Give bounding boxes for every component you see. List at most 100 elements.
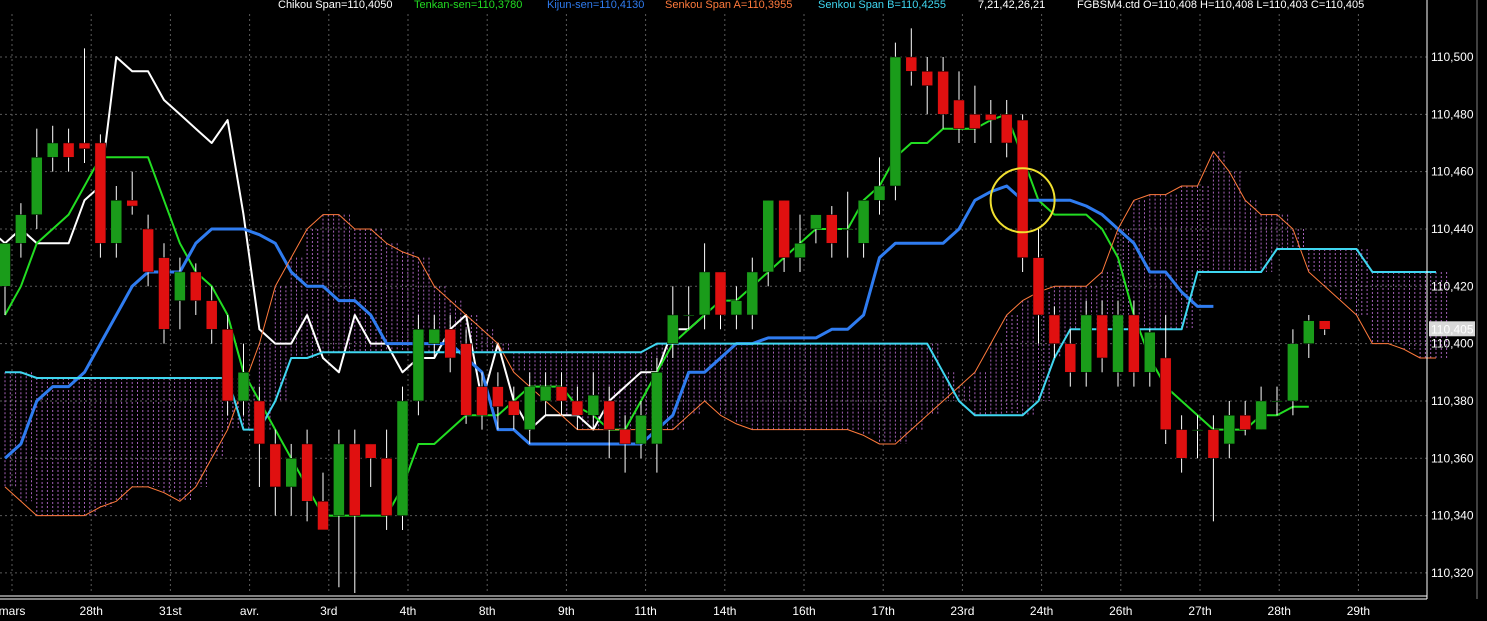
candle-up [174,271,186,301]
candle-up [873,185,886,201]
candle-down [1207,429,1220,459]
candle-up [523,386,536,430]
x-tick-label: 17th [872,604,895,618]
ichimoku-chart[interactable]: 110,405 110,500 110,480 110,460 110,440 110,… [0,0,1487,621]
x-tick-label: 26th [1109,604,1132,618]
y-tick-label: 110,360 [1431,451,1474,465]
candle-down [1000,114,1013,144]
candle-down [571,400,584,416]
candle-down [921,71,933,86]
candle-up [794,243,806,258]
candle-down [714,271,727,316]
x-tick-label: 3rd [320,604,337,618]
candle-up [857,200,870,244]
candle-up [746,271,759,316]
x-tick-label: 31st [159,604,182,618]
candle-down [317,501,329,531]
candle-down [778,200,790,258]
candle-down [301,443,313,502]
candle-up [587,394,600,416]
candle-down [158,257,170,330]
candle-down [603,400,615,430]
candle-down [380,458,393,516]
candle-down [1318,320,1331,330]
x-tick-label: 14th [713,604,736,618]
candle-down [444,329,456,359]
y-tick-label: 110,400 [1431,337,1474,351]
candle-down [126,200,138,207]
candle-down [349,443,361,516]
candle-up [396,400,409,516]
candle-down [953,99,965,129]
candle-up [539,386,552,402]
candle-down [460,343,472,416]
y-tick-label: 110,500 [1431,50,1474,64]
x-tick-label: 24th [1030,604,1053,618]
candle-down [969,114,981,129]
candle-down [508,400,520,416]
candle-up [762,200,774,273]
x-tick-label: 9th [558,604,575,618]
x-tick-label: 11th [634,604,656,618]
candle-up [682,314,695,317]
candle-up [1223,415,1236,445]
candle-down [1128,314,1140,373]
legend-chikou: Chikou Span=110,4050 [278,0,392,11]
candle-down [205,300,218,330]
x-tick-label: avr. [240,604,259,618]
candle-up [1255,400,1267,430]
candle-up [1271,400,1283,403]
candle-down [905,56,918,72]
legend-senkou-b: Senkou Span B=110,4255 [818,0,946,11]
candle-down [190,271,202,301]
x-tick-label: 27th [1188,604,1211,618]
candle-down [937,71,949,115]
last-price-label: 110,405 [1431,322,1474,336]
candle-up [0,243,11,287]
candle-down [1016,119,1029,258]
x-tick-label: 4th [400,604,417,618]
y-tick-label: 110,320 [1431,566,1474,580]
x-tick-label: mars [0,604,25,618]
candle-up [237,372,250,402]
candle-down [62,142,75,158]
candle-down [1096,314,1108,359]
candle-up [1191,429,1204,431]
candle-down [78,142,91,149]
candle-up [110,200,123,244]
legend-kijun: Kijun-sen=110,4130 [547,0,644,11]
x-tick-label: 23rd [950,604,974,618]
legend-senkou-a: Senkou Span A=110,3955 [665,0,792,11]
y-tick-label: 110,380 [1431,394,1474,408]
chart-window: 110,405 110,500 110,480 110,460 110,440 110,… [0,0,1487,621]
candle-up [15,214,27,244]
candle-down [555,386,568,402]
candle-up [667,314,679,344]
candle-up [1080,314,1092,373]
candle-down [492,386,504,407]
candle-down [269,443,282,488]
candle-up [46,142,59,158]
candle-up [412,329,425,402]
candle-down [476,386,488,416]
candle-down [364,443,377,459]
candle-up [285,458,297,488]
candle-down [1032,257,1045,316]
x-tick-label: 29th [1347,604,1370,618]
legend-tenkan: Tenkan-sen=110,3780 [414,0,522,11]
candle-down [1064,343,1077,373]
candle-up [1287,343,1299,402]
x-tick-label: 28th [1268,604,1291,618]
candle-down [1048,314,1061,344]
candle-down [1175,429,1188,459]
candle-down [826,214,838,244]
candle-up [333,443,345,516]
candle-up [810,214,822,230]
legend-params: 7,21,42,26,21 [978,0,1045,11]
candle-up [428,329,441,344]
candle-down [94,142,107,244]
candle-up [841,228,854,231]
candle-down [1159,357,1172,430]
y-tick-label: 110,440 [1431,222,1474,236]
candle-down [1239,415,1251,430]
